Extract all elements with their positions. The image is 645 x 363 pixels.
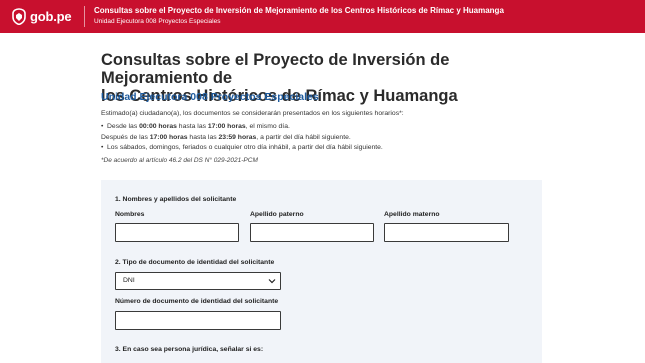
legal-note: *De acuerdo al artículo 46.2 del DS N° 0… <box>101 157 258 164</box>
logo-text: gob.pe <box>30 9 72 24</box>
section-3-label: 3. En caso sea persona jurídica, señalar… <box>115 346 264 353</box>
top-header-bar: gob.pe Consultas sobre el Proyecto de In… <box>0 0 645 33</box>
header-title: Consultas sobre el Proyecto de Inversión… <box>94 6 504 15</box>
schedule-item: • Desde las 00:00 horas hasta las 17:00 h… <box>101 123 290 130</box>
header-divider <box>84 6 85 27</box>
apellido-paterno-input[interactable] <box>250 223 374 242</box>
nombres-input[interactable] <box>115 223 239 242</box>
schedule-item: Después de las 17:00 horas hasta las 23:… <box>101 133 351 141</box>
peru-shield-icon <box>12 8 26 25</box>
apellido-materno-label: Apellido materno <box>384 211 440 218</box>
apellido-materno-input[interactable] <box>384 223 509 242</box>
section-2-label: 2. Tipo de documento de identidad del so… <box>115 259 275 266</box>
document-type-select[interactable]: DNI <box>115 272 281 290</box>
section-1-label: 1. Nombres y apellidos del solicitante <box>115 196 237 203</box>
chevron-down-icon <box>268 279 276 284</box>
document-type-value: DNI <box>123 277 135 284</box>
page-title-line-1: Consultas sobre el Proyecto de Inversión… <box>101 51 450 87</box>
schedule-intro: Estimado(a) ciudadano(a), los documentos… <box>101 110 404 117</box>
page-subtitle: Unidad Ejecutora 008 Proyectos Especiale… <box>101 91 319 103</box>
nombres-label: Nombres <box>115 211 145 218</box>
document-number-label: Número de documento de identidad del sol… <box>115 298 279 305</box>
header-subtitle: Unidad Ejecutora 008 Proyectos Especiale… <box>94 18 221 25</box>
apellido-paterno-label: Apellido paterno <box>250 211 304 218</box>
schedule-list: • Desde las 00:00 horas hasta las 17:00 h… <box>101 122 383 154</box>
request-form: 1. Nombres y apellidos del solicitante N… <box>101 180 542 363</box>
document-number-input[interactable] <box>115 311 281 330</box>
gobpe-logo[interactable]: gob.pe <box>11 8 72 25</box>
schedule-item: • Los sábados, domingos, feriados o cualq… <box>101 144 383 151</box>
